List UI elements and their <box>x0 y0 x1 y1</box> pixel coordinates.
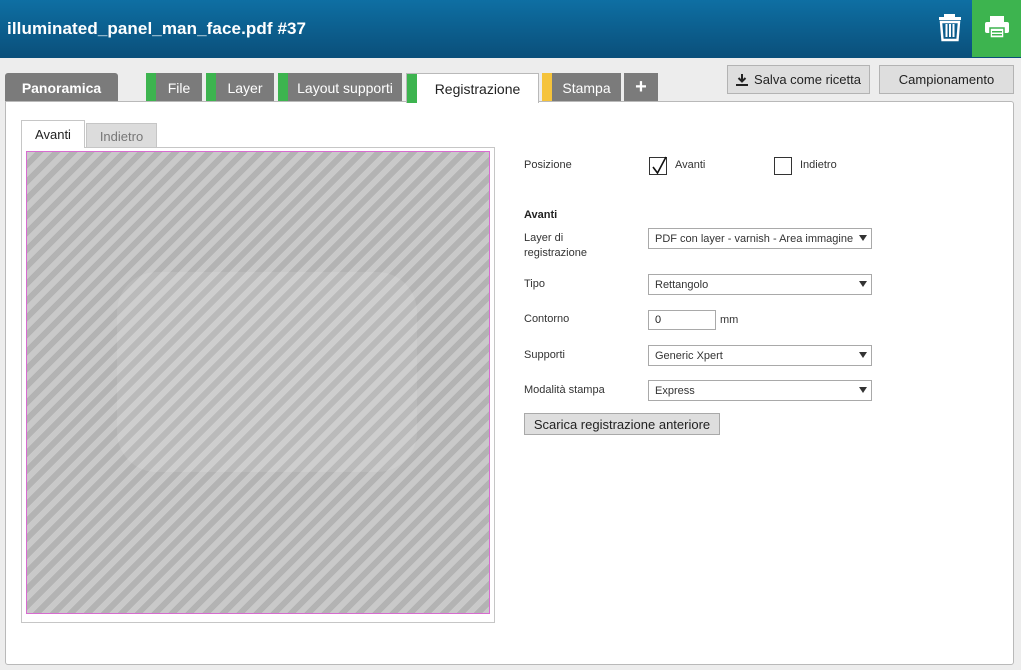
app-header: illuminated_panel_man_face.pdf #37 <box>0 0 1021 58</box>
type-select[interactable]: Rettangolo <box>648 274 872 295</box>
tab-file[interactable]: File <box>146 73 202 102</box>
tab-registration[interactable]: Registrazione <box>406 73 539 103</box>
back-checkbox[interactable] <box>774 157 792 175</box>
subtab-back-label: Indietro <box>99 128 144 144</box>
download-icon <box>736 73 749 86</box>
back-checkbox-label: Indietro <box>800 159 837 171</box>
status-stripe <box>407 74 417 103</box>
tab-layer[interactable]: Layer <box>206 73 274 102</box>
job-title: illuminated_panel_man_face.pdf #37 <box>7 19 307 38</box>
front-checkbox-label: Avanti <box>675 159 706 171</box>
sampling-label: Campionamento <box>898 72 995 87</box>
layer-label: Layer di registrazione <box>524 232 587 259</box>
media-select-value: Generic Xpert <box>655 349 723 362</box>
download-front-registration-button[interactable]: Scarica registrazione anteriore <box>524 413 720 435</box>
tab-layer-label: Layer <box>227 79 263 96</box>
tab-file-label: File <box>167 79 191 96</box>
type-label: Tipo <box>524 278 545 290</box>
section-title: Avanti <box>524 209 558 221</box>
chevron-down-icon <box>859 281 867 287</box>
save-recipe-label: Salva come ricetta <box>754 72 861 87</box>
tab-overview[interactable]: Panoramica <box>5 73 118 102</box>
position-label: Posizione <box>524 159 572 171</box>
add-tab-button[interactable]: + <box>624 73 658 102</box>
registration-preview[interactable] <box>26 151 490 614</box>
print-mode-select-value: Express <box>655 384 695 397</box>
tab-registration-label: Registrazione <box>434 80 521 97</box>
trash-icon[interactable] <box>934 11 966 43</box>
type-select-value: Rettangolo <box>655 278 709 291</box>
plus-icon: + <box>635 76 647 98</box>
subtab-front-label: Avanti <box>35 127 71 142</box>
media-select[interactable]: Generic Xpert <box>648 345 872 366</box>
status-stripe <box>146 73 156 102</box>
chevron-down-icon <box>859 235 867 241</box>
sampling-button[interactable]: Campionamento <box>879 65 1014 94</box>
tab-overview-label: Panoramica <box>21 79 102 96</box>
contour-unit: mm <box>720 314 739 326</box>
checkmark-icon <box>652 156 667 175</box>
save-recipe-button[interactable]: Salva come ricetta <box>727 65 870 94</box>
status-stripe <box>542 73 552 102</box>
download-front-registration-label: Scarica registrazione anteriore <box>533 416 711 432</box>
preview-image-outline <box>117 272 417 472</box>
contour-label: Contorno <box>524 313 570 325</box>
tab-print[interactable]: Stampa <box>542 73 621 102</box>
printer-icon[interactable] <box>972 0 1021 57</box>
contour-input[interactable]: 0 <box>648 310 716 330</box>
contour-input-value: 0 <box>655 314 662 326</box>
tab-media-layout-label: Layout supporti <box>297 79 393 96</box>
tab-print-label: Stampa <box>562 79 611 96</box>
tab-media-layout[interactable]: Layout supporti <box>278 73 402 102</box>
subtab-front[interactable]: Avanti <box>21 120 85 148</box>
print-mode-select[interactable]: Express <box>648 380 872 401</box>
layer-select[interactable]: PDF con layer - varnish - Area immagine … <box>648 228 872 249</box>
layer-select-value: PDF con layer - varnish - Area immagine … <box>655 232 855 245</box>
subtab-back[interactable]: Indietro <box>86 123 157 148</box>
chevron-down-icon <box>859 387 867 393</box>
print-mode-label: Modalità stampa <box>524 384 605 396</box>
front-checkbox[interactable] <box>649 156 667 175</box>
chevron-down-icon <box>859 352 867 358</box>
status-stripe <box>278 73 288 102</box>
status-stripe <box>206 73 216 102</box>
media-label: Supporti <box>524 349 565 361</box>
